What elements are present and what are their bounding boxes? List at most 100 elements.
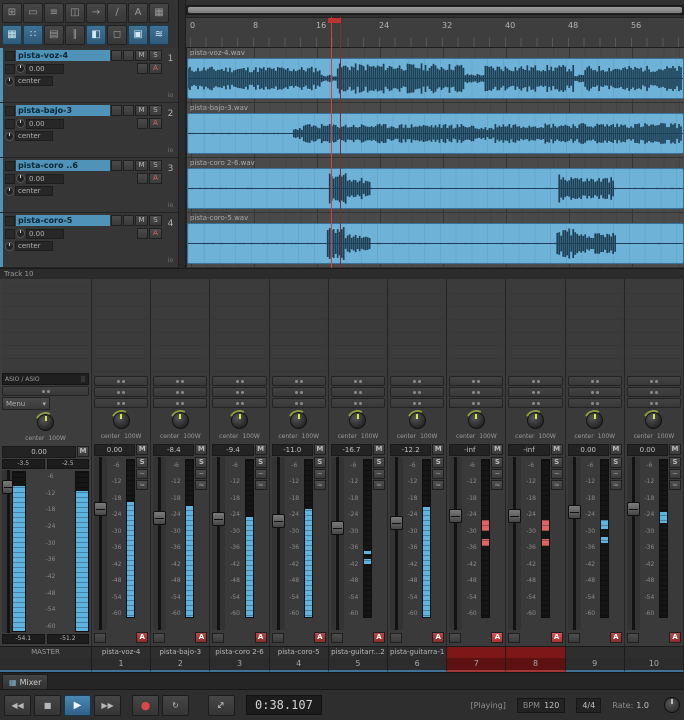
channel-name-label[interactable]: pista-guitarr...2 <box>328 647 389 658</box>
pan-env-button[interactable]: ≈ <box>195 480 208 490</box>
record-arm-button[interactable]: A <box>313 632 326 643</box>
mute-button[interactable]: M <box>373 444 386 455</box>
output-slot[interactable] <box>508 398 563 408</box>
track-name[interactable]: pista-coro ..6 <box>16 160 110 171</box>
razor-icon[interactable]: ∕ <box>107 3 127 23</box>
master-volume-readout[interactable]: 0.00 <box>2 446 76 458</box>
output-slot[interactable] <box>508 376 563 386</box>
track-name[interactable]: pista-bajo-3 <box>16 105 110 116</box>
volume-readout[interactable]: -16.7 <box>330 444 373 456</box>
output-slot[interactable] <box>271 376 326 386</box>
pan-env-button[interactable]: ≈ <box>609 480 622 490</box>
track-name[interactable]: pista-coro-5 <box>16 215 110 226</box>
pan-knob[interactable] <box>171 412 189 429</box>
master-name-label[interactable]: MASTER <box>0 647 92 658</box>
record-arm-button[interactable]: A <box>609 632 622 643</box>
record-monitor-icon[interactable] <box>5 160 15 171</box>
solo-button[interactable]: S <box>432 457 445 468</box>
volume-readout[interactable]: 0.00 <box>26 228 64 239</box>
output-slot[interactable] <box>94 398 149 408</box>
env-button[interactable] <box>137 173 148 184</box>
tab-mixer[interactable]: ▦ Mixer <box>2 674 49 689</box>
volume-readout[interactable]: 0.00 <box>626 444 669 456</box>
output-slot[interactable] <box>567 398 622 408</box>
master-number-cell[interactable] <box>0 658 92 672</box>
track-number[interactable]: 2 <box>168 109 174 119</box>
fx-button[interactable] <box>123 215 134 226</box>
routing-button[interactable] <box>111 160 122 171</box>
solo-button[interactable]: S <box>550 457 563 468</box>
env-button[interactable] <box>137 63 148 74</box>
pan-knob[interactable] <box>527 412 545 429</box>
mute-button[interactable]: M <box>135 215 148 226</box>
list-icon[interactable]: ≡ <box>44 3 64 23</box>
fx-bypass-button[interactable] <box>94 632 106 643</box>
fx-bypass-button[interactable] <box>626 632 639 643</box>
pan-knob[interactable] <box>290 412 308 429</box>
output-slot[interactable] <box>508 387 563 397</box>
fx-slots[interactable] <box>330 281 386 375</box>
solo-button[interactable]: S <box>195 457 208 468</box>
output-slot[interactable] <box>449 387 504 397</box>
pan-knob[interactable] <box>5 186 14 196</box>
fx-slots[interactable] <box>212 281 267 375</box>
output-slot[interactable] <box>212 387 267 397</box>
bpm-value[interactable]: 120 <box>544 701 559 710</box>
record-arm-button[interactable]: A <box>254 632 267 643</box>
volume-knob[interactable] <box>16 229 25 238</box>
mute-button[interactable]: M <box>195 444 208 455</box>
volume-readout[interactable]: -8.4 <box>153 444 195 456</box>
grid-snap-icon[interactable]: ▦ <box>2 25 22 45</box>
fx-button[interactable] <box>123 105 134 116</box>
channel-name-label[interactable]: pista-bajo-3 <box>151 647 211 658</box>
channel-name-label[interactable] <box>624 647 684 658</box>
volume-knob[interactable] <box>16 174 25 183</box>
pan-knob[interactable] <box>5 241 14 251</box>
pan-env-button[interactable]: ≈ <box>669 480 682 490</box>
env-button[interactable] <box>137 118 148 129</box>
fx-slots[interactable] <box>271 281 326 375</box>
pan-env-button[interactable]: ≈ <box>550 480 563 490</box>
device-menu-icon[interactable] <box>80 375 86 383</box>
bpm-box[interactable]: BPM 120 <box>516 697 566 713</box>
solo-button[interactable]: S <box>136 457 149 468</box>
fx-slots[interactable] <box>94 281 149 375</box>
volume-fader[interactable] <box>271 457 285 630</box>
output-slot[interactable] <box>153 398 208 408</box>
volume-env-button[interactable]: ~ <box>609 469 622 479</box>
time-signature[interactable]: 4/4 <box>576 697 602 713</box>
mute-button[interactable]: M <box>135 105 148 116</box>
volume-fader[interactable] <box>567 457 581 630</box>
channel-name-label[interactable] <box>565 647 625 658</box>
playrate-knob[interactable] <box>664 697 680 713</box>
volume-readout[interactable]: 0.00 <box>94 444 136 456</box>
pan-knob[interactable] <box>467 412 485 429</box>
record-arm-button[interactable]: A <box>149 63 162 74</box>
grid-icon[interactable]: ▦ <box>149 3 169 23</box>
record-monitor-icon[interactable] <box>5 215 15 226</box>
output-slot[interactable] <box>94 376 149 386</box>
arrow-right-icon[interactable]: → <box>86 3 106 23</box>
master-pan-knob[interactable] <box>37 414 54 431</box>
horizontal-scrollbar[interactable] <box>186 5 684 15</box>
output-slot[interactable] <box>271 398 326 408</box>
pan-env-button[interactable]: ≈ <box>313 480 326 490</box>
volume-fader[interactable] <box>153 457 167 630</box>
channel-name-label[interactable] <box>506 647 566 658</box>
mute-button[interactable]: M <box>135 160 148 171</box>
pan-knob[interactable] <box>408 412 426 429</box>
output-slot[interactable] <box>390 387 445 397</box>
repeat-button[interactable]: ↻ <box>162 694 189 716</box>
volume-env-button[interactable]: ~ <box>313 469 326 479</box>
volume-knob[interactable] <box>16 119 25 128</box>
fader-handle[interactable] <box>449 508 463 523</box>
volume-env-button[interactable]: ~ <box>432 469 445 479</box>
output-slot[interactable] <box>153 387 208 397</box>
bars-icon[interactable]: ∥ <box>65 25 85 45</box>
record-arm-button[interactable]: A <box>491 632 504 643</box>
channel-name-label[interactable] <box>447 647 507 658</box>
master-mute-button[interactable]: M <box>77 446 89 457</box>
volume-readout[interactable]: 0.00 <box>26 63 64 74</box>
output-slot[interactable] <box>390 398 445 408</box>
pan-knob[interactable] <box>231 412 248 429</box>
